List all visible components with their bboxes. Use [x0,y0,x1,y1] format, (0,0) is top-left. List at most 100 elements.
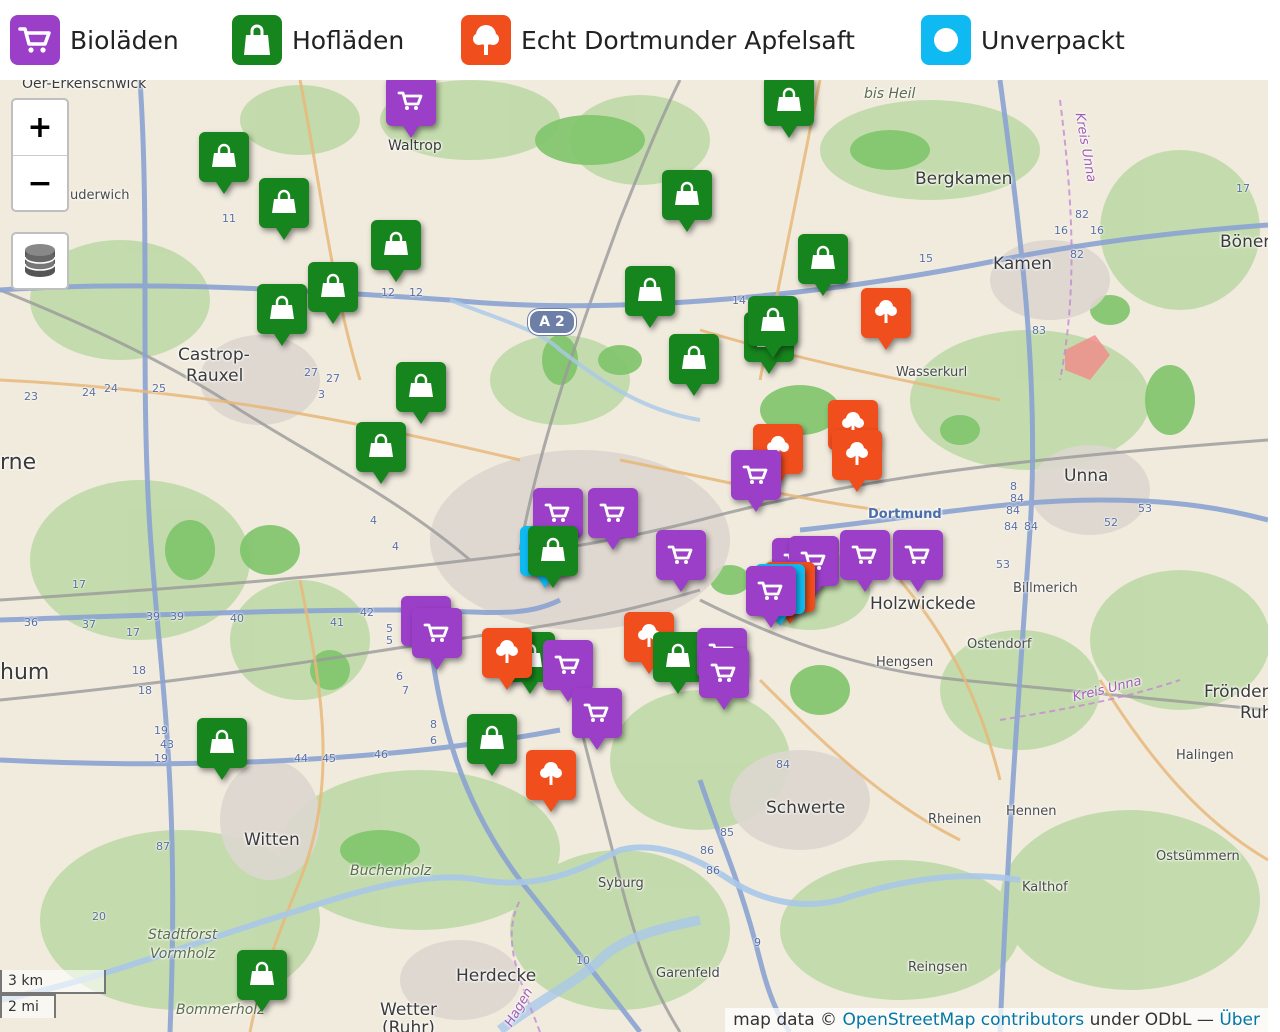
map-marker-hof[interactable] [653,632,703,694]
road-number-label: 16 [1054,224,1068,237]
tree-icon [861,288,911,350]
cart-icon [656,530,706,592]
road-number-label: 43 [160,738,174,751]
place-label: Kalthof [1022,880,1068,895]
map-marker-bio[interactable] [893,530,943,592]
road-number-label: 19 [154,724,168,737]
map-marker-hof[interactable] [798,234,848,296]
map-marker-hof[interactable] [308,262,358,324]
map-marker-bio[interactable] [731,450,781,512]
place-label: uderwich [70,188,130,203]
place-label: Ostsümmern [1156,849,1240,864]
road-number-label: 82 [1075,208,1089,221]
map-marker-hof[interactable] [257,284,307,346]
bag-icon [748,296,798,358]
map-marker-bio[interactable] [746,566,796,628]
place-label: Unna [1064,466,1109,486]
road-number-label: 23 [24,390,38,403]
place-label: Garenfeld [656,966,720,981]
legend-label-unverpackt: Unverpackt [981,25,1125,55]
road-number-label: 83 [1032,324,1046,337]
cart-icon [699,648,749,710]
bag-icon [308,262,358,324]
cart-icon [731,450,781,512]
legend-item-apfel[interactable]: Echt Dortmunder Apfelsaft [461,14,855,66]
place-label: Wasserkurl [896,365,968,380]
osm-link[interactable]: OpenStreetMap contributors [842,1010,1084,1030]
road-number-label: 44 [294,752,308,765]
place-label: Hennen [1006,804,1057,819]
zoom-out-button[interactable]: − [13,155,67,211]
bag-icon [798,234,848,296]
map-marker-hof[interactable] [467,714,517,776]
map-marker-hof[interactable] [625,266,675,328]
map-marker-apfel[interactable] [526,750,576,812]
legend-item-hof[interactable]: Hofläden [232,14,404,66]
map-marker-hof[interactable] [764,80,814,138]
road-number-label: 20 [92,910,106,923]
place-label: Oer-Erkenschwick [22,80,147,92]
map-marker-hof[interactable] [259,178,309,240]
map-marker-hof[interactable] [371,220,421,282]
road-number-label: 18 [132,664,146,677]
map-marker-hof[interactable] [197,718,247,780]
road-number-label: 17 [72,578,86,591]
road-number-label: 27 [304,366,318,379]
map-marker-hof[interactable] [662,170,712,232]
map-marker-hof[interactable] [669,334,719,396]
map-marker-apfel[interactable] [832,430,882,492]
road-number-label: 18 [138,684,152,697]
map-marker-hof[interactable] [356,422,406,484]
road-number-label: 7 [402,684,409,697]
road-number-label: 42 [360,606,374,619]
place-label: Herdecke [456,966,537,986]
place-label: Ostendorf [967,637,1032,652]
place-label: Schwerte [766,798,846,818]
map-marker-bio[interactable] [386,80,436,138]
place-label: bis Heil [864,86,916,102]
map-marker-bio[interactable] [412,608,462,670]
map-marker-hof[interactable] [237,950,287,1012]
road-number-label: 53 [1138,502,1152,515]
road-number-label: 46 [374,748,388,761]
road-number-label: 6 [430,734,437,747]
road-number-label: 53 [996,558,1010,571]
place-label: Rheinen [928,812,982,827]
about-link[interactable]: Über [1219,1010,1260,1030]
road-number-label: 40 [230,612,244,625]
attribution: map data © OpenStreetMap contributors un… [725,1008,1268,1032]
layers-icon [24,244,56,277]
map-marker-apfel[interactable] [482,628,532,690]
map-marker-bio[interactable] [840,530,890,592]
map-marker-hof[interactable] [199,132,249,194]
legend-item-unverpackt[interactable]: Unverpackt [921,14,1125,66]
road-number-label: 12 [409,286,423,299]
map-marker-apfel[interactable] [861,288,911,350]
road-number-label: 36 [24,616,38,629]
legend-label-apfel: Echt Dortmunder Apfelsaft [521,25,855,55]
zoom-in-button[interactable]: + [13,100,67,155]
map-marker-bio[interactable] [699,648,749,710]
place-label: Ruhr [1240,703,1268,723]
bag-icon [199,132,249,194]
road-number-label: 19 [154,752,168,765]
legend-item-bio[interactable]: Bioläden [10,14,179,66]
place-label: Kamen [993,254,1053,274]
place-label: Billmerich [1013,581,1078,596]
legend-swatch-hof [232,15,282,65]
road-number-label: 6 [396,670,403,683]
map-marker-hof[interactable] [396,362,446,424]
map-view[interactable]: Oer-Erkenschwick Waltrop Bergkamen Kamen… [0,80,1268,1032]
legend-swatch-bio [10,15,60,65]
map-marker-hof[interactable] [528,526,578,588]
map-marker-bio[interactable] [656,530,706,592]
place-label: Witten [244,830,300,850]
road-number-label: 9 [754,936,761,949]
map-marker-bio[interactable] [588,488,638,550]
road-number-label: 11 [222,212,236,225]
cart-icon [18,27,51,53]
road-number-label: 8 [430,718,437,731]
map-marker-hof[interactable] [748,296,798,358]
map-marker-bio[interactable] [572,688,622,750]
layers-button[interactable] [11,232,69,290]
